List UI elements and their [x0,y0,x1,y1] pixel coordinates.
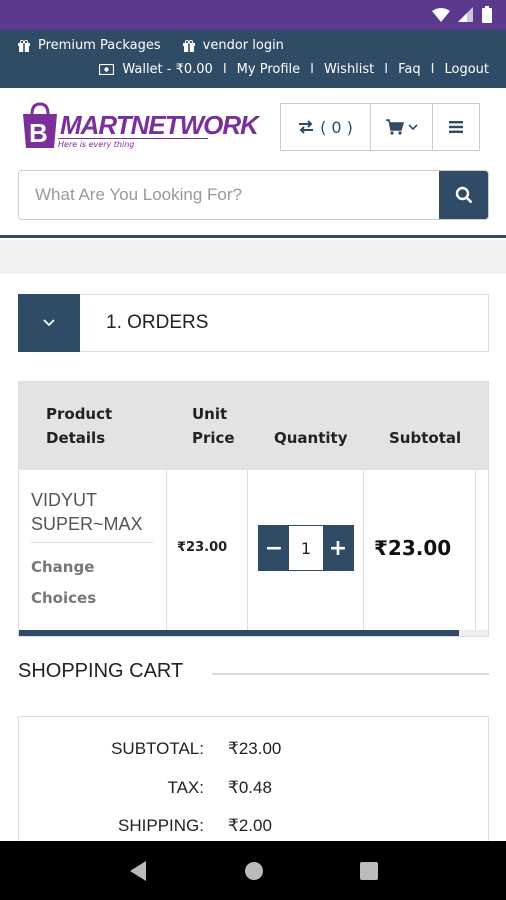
header-product-details: Product Details [46,405,113,447]
wallet-link[interactable]: Wallet - ₹0.00 [99,62,213,77]
search-icon [455,186,472,204]
scrollbar-thumb[interactable] [19,630,459,636]
breadcrumb-strip [0,240,506,274]
orders-accordion[interactable]: 1. ORDERS [18,294,489,352]
wifi-icon [432,7,450,22]
recents-icon[interactable] [360,861,378,880]
wishlist-link[interactable]: Wishlist [324,62,374,77]
summary-value: ₹23.00 [228,739,282,758]
separator: I [310,62,314,77]
separator: I [222,62,227,77]
summary-label: SHIPPING: [118,816,204,835]
unit-price-value: ₹23.00 [177,540,228,555]
summary-value: ₹0.48 [228,778,272,797]
search-input[interactable] [19,171,439,219]
shopping-cart-title: SHOPPING CART [18,660,184,682]
compare-count: ( 0 ) [320,117,353,137]
summary-value: ₹2.00 [228,816,272,835]
gift-icon [182,39,195,52]
summary-label: SUBTOTAL: [111,739,204,758]
my-profile-link[interactable]: My Profile [237,62,300,77]
separator: I [384,62,389,77]
top-bar: Premium Packages vendor login Wallet - ₹… [0,30,506,88]
premium-packages-label: Premium Packages [38,38,161,53]
logo-tagline: Here is every thing [58,138,208,149]
search-bar [18,170,489,220]
search-button[interactable] [439,171,488,219]
status-bar [0,0,506,30]
compare-button[interactable]: ( 0 ) [281,104,371,150]
wallet-icon [99,64,115,75]
table-row: VIDYUT SUPER~MAX Change Choices ₹23.00 − 1… [19,470,488,630]
header-quantity: Quantity [274,429,348,447]
summary-label: TAX: [167,778,204,797]
header-subtotal: Subtotal [389,429,462,447]
change-choices-link[interactable]: Change Choices [31,552,96,614]
product-divider [31,542,153,543]
decrease-quantity-button[interactable]: − [259,526,289,570]
cart-icon [385,119,404,135]
separator: I [430,62,435,77]
increase-quantity-button[interactable]: + [323,526,353,570]
cart-table: Product Details Unit Price Quantity Subtot… [18,381,489,637]
header-unit-price: Unit Price [192,405,235,447]
orders-toggle-button[interactable] [18,294,80,352]
quantity-stepper: − 1 + [258,525,354,571]
orders-title: 1. ORDERS [106,312,209,333]
signal-icon [458,6,473,22]
title-divider [212,673,489,675]
premium-packages-link[interactable]: Premium Packages [18,38,161,53]
row-subtotal-value: ₹23.00 [374,536,452,560]
table-scrollbar[interactable] [19,630,488,636]
menu-button[interactable] [433,104,479,150]
summary-row-subtotal: SUBTOTAL: ₹23.00 [19,739,490,769]
product-name[interactable]: VIDYUT SUPER~MAX [31,488,161,536]
site-header: B MARTNETWORK Here is every thing ( 0 ) [0,88,506,238]
site-logo[interactable]: B MARTNETWORK Here is every thing [20,102,259,154]
vendor-login-link[interactable]: vendor login [182,38,284,53]
logout-link[interactable]: Logout [444,62,489,77]
logo-text: MARTNETWORK [60,110,259,140]
battery-icon [482,6,492,23]
summary-row-tax: TAX: ₹0.48 [19,778,490,808]
compare-icon [299,120,314,134]
gift-icon [18,39,30,52]
chevron-down-icon [407,123,418,130]
faq-link[interactable]: Faq [398,62,421,77]
table-header: Product Details Unit Price Quantity Subtot… [19,382,488,470]
quantity-input[interactable]: 1 [289,526,323,570]
cart-summary: SUBTOTAL: ₹23.00 TAX: ₹0.48 SHIPPING: ₹2… [18,716,489,856]
menu-icon [449,121,463,133]
status-icons [432,6,492,23]
system-nav-bar [0,841,506,900]
home-icon[interactable] [244,861,264,881]
wallet-label: Wallet - ₹0.00 [122,62,213,77]
svg-text:B: B [29,118,48,148]
vendor-login-label: vendor login [202,38,284,53]
header-tools: ( 0 ) [280,103,480,151]
back-icon[interactable] [128,860,148,882]
cart-button[interactable] [371,104,433,150]
chevron-down-icon [43,319,55,327]
shopping-bag-logo-icon: B [23,102,57,148]
